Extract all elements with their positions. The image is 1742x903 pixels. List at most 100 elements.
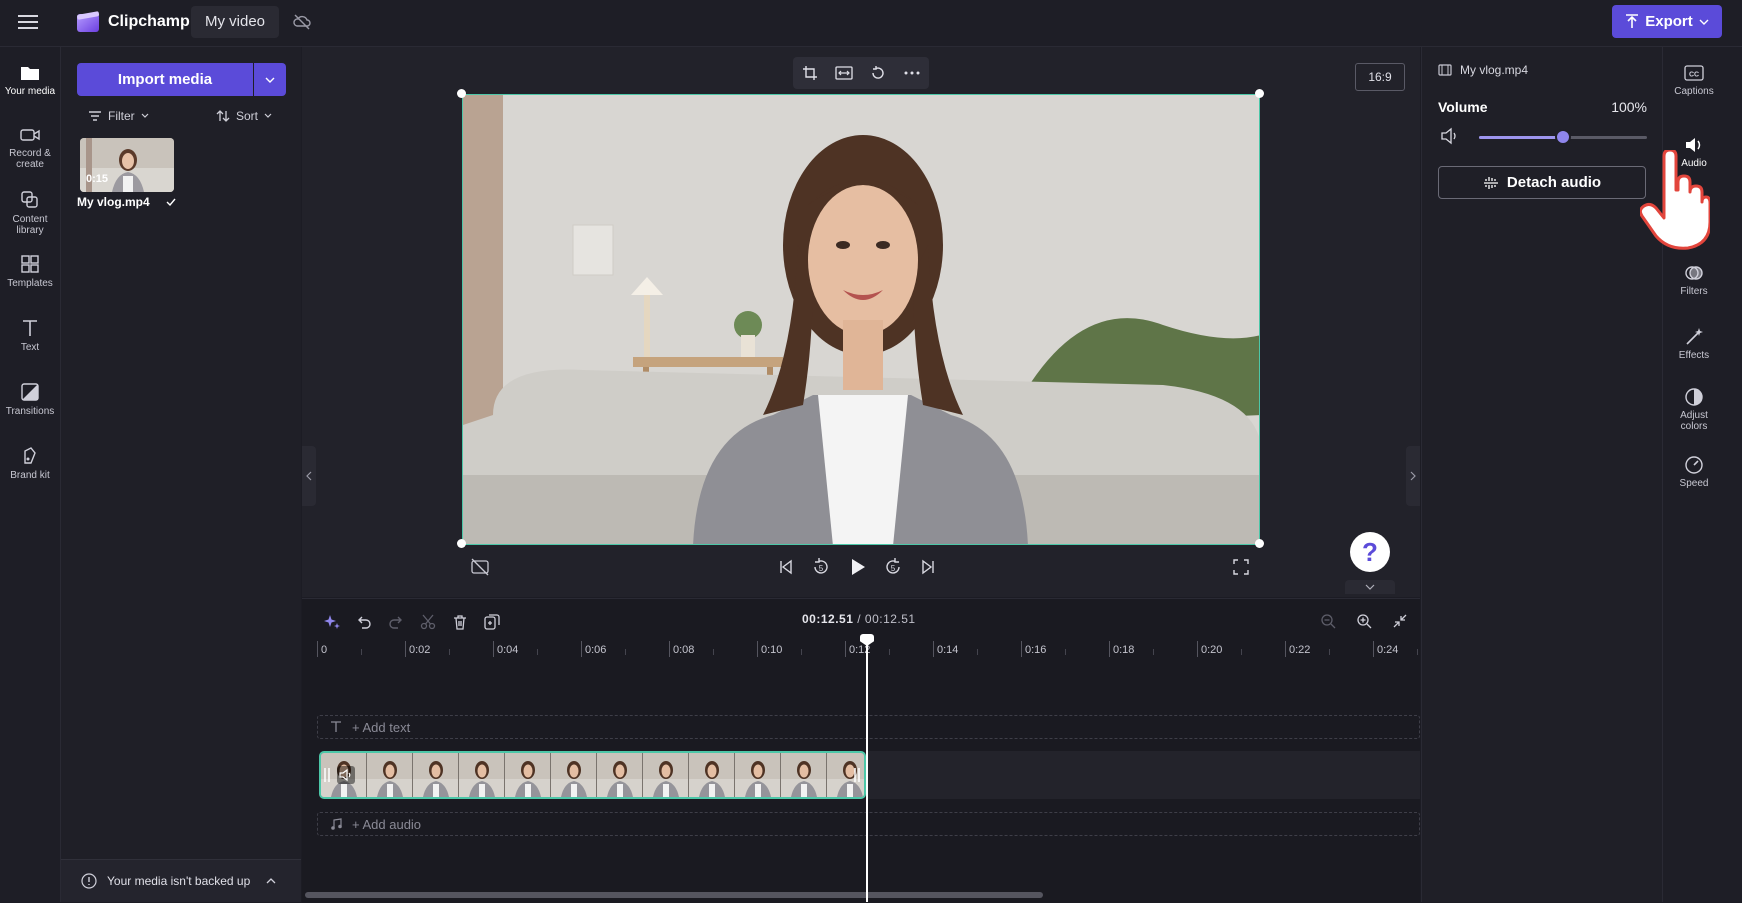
fit-timeline-button[interactable] xyxy=(1384,608,1416,634)
nav-text[interactable]: Text xyxy=(0,317,60,353)
total-time: 00:12.51 xyxy=(864,612,916,626)
camera-icon xyxy=(20,129,40,141)
resize-handle-top-right[interactable] xyxy=(1255,89,1264,98)
sort-button[interactable]: Sort xyxy=(216,109,272,123)
detach-audio-icon xyxy=(1483,176,1498,189)
nav-adjust-colors[interactable]: Adjust colors xyxy=(1663,387,1725,432)
caption-off-icon xyxy=(471,558,489,576)
chevron-down-icon xyxy=(141,113,149,118)
filter-label: Filter xyxy=(108,109,135,123)
clip-trim-handle-right[interactable] xyxy=(854,767,860,783)
ruler-minor-tick xyxy=(1153,649,1154,655)
nav-captions[interactable]: CC Captions xyxy=(1663,63,1725,97)
add-text-track[interactable]: + Add text xyxy=(317,715,1420,739)
speaker-icon[interactable] xyxy=(1440,127,1460,145)
add-audio-track[interactable]: + Add audio xyxy=(317,812,1420,836)
zoom-in-icon xyxy=(1357,614,1372,629)
ruler-minor-tick xyxy=(713,649,714,655)
cloud-off-icon[interactable] xyxy=(292,12,312,32)
skip-to-end-button[interactable] xyxy=(918,557,938,577)
clipchamp-logo-icon xyxy=(75,10,101,34)
time-separator: / xyxy=(853,612,865,626)
clip-frame-thumbnail xyxy=(505,753,551,797)
volume-slider[interactable] xyxy=(1479,129,1647,145)
zoom-in-button[interactable] xyxy=(1348,608,1380,634)
nav-label: Speed xyxy=(1679,478,1709,489)
more-options-button[interactable] xyxy=(895,57,929,89)
rotate-button[interactable] xyxy=(861,57,895,89)
timeline-scrollbar[interactable] xyxy=(305,892,1043,898)
play-button[interactable] xyxy=(846,556,868,578)
video-clip[interactable] xyxy=(319,751,866,799)
aspect-ratio-button[interactable]: 16:9 xyxy=(1355,63,1405,91)
import-dropdown-button[interactable] xyxy=(254,63,286,96)
export-button[interactable]: Export xyxy=(1612,5,1722,38)
add-text-label: + Add text xyxy=(352,719,411,735)
magic-button[interactable] xyxy=(316,609,348,635)
redo-button[interactable] xyxy=(380,609,412,635)
clip-trim-handle-left[interactable] xyxy=(324,767,330,783)
rewind-5-button[interactable]: 5 xyxy=(810,556,832,578)
playback-controls: 5 5 xyxy=(776,556,938,578)
collapse-right-panel-button[interactable] xyxy=(1406,446,1420,506)
chevron-up-icon xyxy=(266,878,276,884)
music-note-icon xyxy=(331,818,342,830)
sort-label: Sort xyxy=(236,109,259,123)
forward-5-button[interactable]: 5 xyxy=(882,556,904,578)
nav-content-library[interactable]: Content library xyxy=(0,189,60,236)
scissors-icon xyxy=(420,614,436,630)
forward-5-icon: 5 xyxy=(886,558,900,574)
hide-preview-button[interactable] xyxy=(470,558,490,576)
fullscreen-button[interactable] xyxy=(1232,558,1250,576)
resize-handle-bottom-right[interactable] xyxy=(1255,539,1264,548)
timeline-toolbar xyxy=(316,609,508,635)
clip-frame-thumbnail xyxy=(735,753,781,797)
volume-slider-thumb[interactable] xyxy=(1555,129,1571,145)
filter-button[interactable]: Filter xyxy=(88,109,149,123)
media-panel: Import media Filter Sort 0:15 My vlog.mp… xyxy=(61,47,301,902)
playhead[interactable] xyxy=(866,636,868,902)
backup-notice[interactable]: Your media isn't backed up xyxy=(61,859,301,902)
nav-record-create[interactable]: Record & create xyxy=(0,125,60,170)
nav-speed[interactable]: Speed xyxy=(1663,455,1725,489)
split-button[interactable] xyxy=(412,609,444,635)
crop-button[interactable] xyxy=(793,57,827,89)
collapse-left-panel-button[interactable] xyxy=(302,446,316,506)
video-preview[interactable] xyxy=(462,94,1260,545)
nav-label: Filters xyxy=(1680,286,1708,297)
nav-templates[interactable]: Templates xyxy=(0,253,60,289)
ruler-minor-tick xyxy=(889,649,890,655)
ruler-label: 0 xyxy=(321,644,328,656)
duplicate-button[interactable] xyxy=(476,609,508,635)
project-title[interactable]: My video xyxy=(191,6,280,38)
speed-icon xyxy=(1685,456,1703,474)
crop-icon xyxy=(803,66,817,80)
nav-brand-kit[interactable]: Brand kit xyxy=(0,445,60,481)
help-button[interactable]: ? xyxy=(1350,532,1390,572)
delete-button[interactable] xyxy=(444,609,476,635)
media-duration: 0:15 xyxy=(86,173,109,185)
zoom-out-button[interactable] xyxy=(1312,608,1344,634)
nav-your-media[interactable]: Your media xyxy=(0,55,60,109)
help-dropdown-button[interactable] xyxy=(1345,580,1395,594)
nav-transitions[interactable]: Transitions xyxy=(0,381,60,417)
clip-audio-icon[interactable] xyxy=(337,766,355,784)
ruler-tick xyxy=(757,641,758,657)
media-item[interactable]: My vlog.mp4 xyxy=(77,195,176,209)
resize-handle-top-left[interactable] xyxy=(457,89,466,98)
detach-audio-button[interactable]: Detach audio xyxy=(1438,166,1646,199)
import-media-button[interactable]: Import media xyxy=(77,63,253,96)
app-name: Clipchamp xyxy=(108,13,190,30)
hamburger-menu-icon[interactable] xyxy=(16,12,40,32)
ruler-tick xyxy=(1109,641,1110,657)
backup-notice-text: Your media isn't backed up xyxy=(107,874,251,888)
resize-handle-bottom-left[interactable] xyxy=(457,539,466,548)
fit-button[interactable] xyxy=(827,57,861,89)
ruler-minor-tick xyxy=(625,649,626,655)
nav-effects[interactable]: Effects xyxy=(1663,327,1725,361)
skip-to-start-button[interactable] xyxy=(776,557,796,577)
undo-button[interactable] xyxy=(348,609,380,635)
chevron-down-icon xyxy=(1365,584,1375,590)
nav-filters[interactable]: Filters xyxy=(1663,263,1725,297)
nav-label: Content xyxy=(12,214,48,225)
